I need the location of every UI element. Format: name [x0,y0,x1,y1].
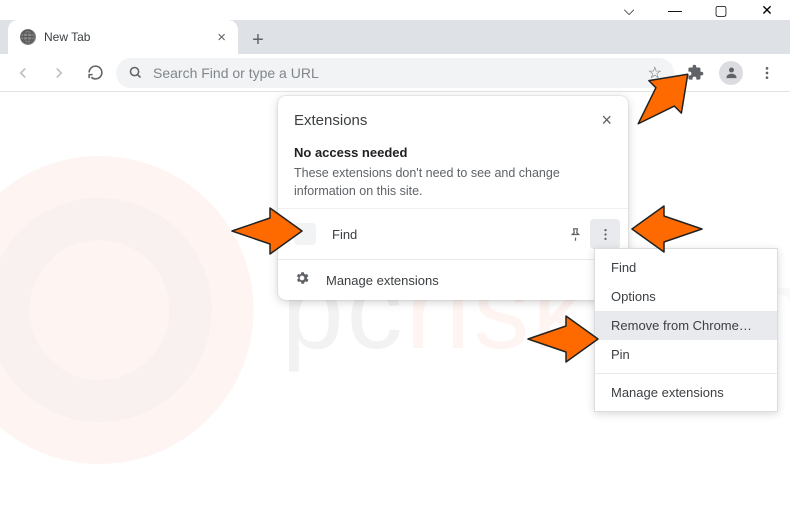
caption-dropdown[interactable]: ⌵ [606,0,652,20]
extensions-popup-title: Extensions [294,112,367,129]
ctx-item-find[interactable]: Find [595,253,777,282]
profile-button[interactable] [716,58,746,88]
close-window-button[interactable]: ✕ [744,0,790,20]
ctx-item-pin[interactable]: Pin [595,340,777,369]
context-menu: Find Options Remove from Chrome… Pin Man… [594,248,778,412]
search-icon [128,65,143,80]
ctx-item-remove[interactable]: Remove from Chrome… [595,311,777,340]
kebab-icon [759,65,775,81]
menu-button[interactable] [752,58,782,88]
window-controls: ⌵ — ▢ ✕ [606,0,790,20]
pin-extension-button[interactable] [560,219,590,249]
extension-name: Find [332,227,560,242]
manage-extensions-label: Manage extensions [326,273,439,288]
tab-title: New Tab [44,30,209,44]
back-button[interactable] [8,58,38,88]
profile-avatar-icon [719,61,743,85]
bookmark-star-icon[interactable]: ☆ [648,63,662,83]
extensions-section-heading: No access needed [294,145,612,160]
new-tab-button[interactable]: + [244,26,272,54]
toolbar: Search Find or type a URL ☆ [0,54,790,92]
extensions-button[interactable] [680,58,710,88]
reload-button[interactable] [80,58,110,88]
extensions-popup: Extensions × No access needed These exte… [278,96,628,300]
close-tab-icon[interactable]: × [217,29,226,46]
extensions-section-desc: These extensions don't need to see and c… [294,164,612,200]
ctx-item-options[interactable]: Options [595,282,777,311]
maximize-button[interactable]: ▢ [698,0,744,20]
extension-row[interactable]: Find [278,208,628,259]
browser-tab[interactable]: New Tab × [8,20,238,54]
ctx-separator [595,373,777,374]
minimize-button[interactable]: — [652,0,698,20]
extension-more-button[interactable] [590,219,620,249]
pin-icon [568,227,583,242]
globe-icon [20,29,36,45]
ctx-item-manage[interactable]: Manage extensions [595,378,777,407]
puzzle-icon [687,64,704,81]
forward-icon [50,64,68,82]
omnibox[interactable]: Search Find or type a URL ☆ [116,58,674,88]
reload-icon [87,64,104,81]
kebab-icon [598,227,613,242]
gear-icon [294,270,310,290]
tab-strip: New Tab × + [0,20,790,54]
forward-button[interactable] [44,58,74,88]
close-icon[interactable]: × [601,110,612,131]
extension-favicon [294,223,316,245]
extensions-popup-footer[interactable]: Manage extensions [278,259,628,300]
omnibox-placeholder: Search Find or type a URL [153,65,638,81]
back-icon [14,64,32,82]
